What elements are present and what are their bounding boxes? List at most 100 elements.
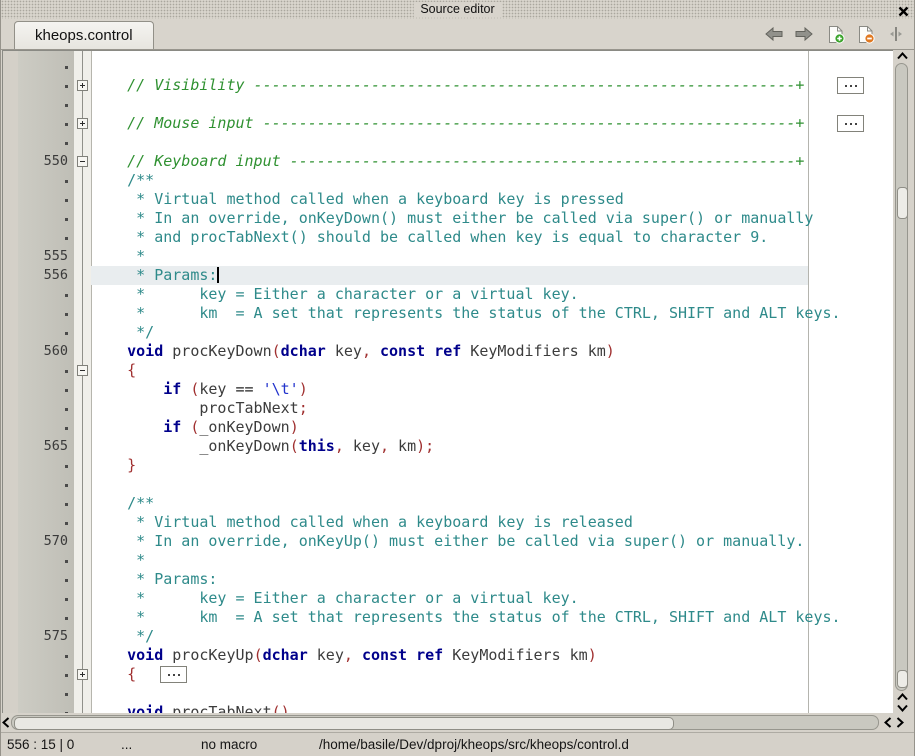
gutter-dot xyxy=(65,427,68,430)
code-line[interactable] xyxy=(3,684,893,703)
code-line[interactable]: * Virtual method called when a keyboard … xyxy=(3,513,893,532)
window-title: Source editor xyxy=(413,2,501,17)
tab-kheops-control[interactable]: kheops.control xyxy=(14,21,154,49)
previous-file-button[interactable] xyxy=(763,24,785,44)
gutter-dot xyxy=(65,522,68,525)
close-icon[interactable] xyxy=(898,4,909,15)
gutter-line-number[interactable]: 550 xyxy=(18,152,74,171)
code-line-text: procTabNext; xyxy=(91,399,308,418)
code-line-text: if (key == '\t') xyxy=(91,380,308,399)
code-line[interactable] xyxy=(3,475,893,494)
gutter-dot xyxy=(65,218,68,221)
gutter-line-number[interactable]: 560 xyxy=(18,342,74,361)
code-line[interactable]: } xyxy=(3,456,893,475)
fold-expand-icon[interactable] xyxy=(77,669,88,680)
scroll-down-icon[interactable] xyxy=(896,702,909,713)
collapsed-code-box[interactable] xyxy=(837,115,864,132)
gutter-line-number[interactable]: 555 xyxy=(18,247,74,266)
scroll-up-secondary-icon[interactable] xyxy=(896,691,909,702)
code-line-text: * key = Either a character or a virtual … xyxy=(91,285,579,304)
gutter-line-number[interactable]: 570 xyxy=(18,532,74,551)
gutter-line-number[interactable]: 575 xyxy=(18,627,74,646)
fold-collapse-icon[interactable] xyxy=(77,365,88,376)
code-line[interactable]: /** xyxy=(3,171,893,190)
code-line[interactable]: 550 // Keyboard input ------------------… xyxy=(3,152,893,171)
code-line-text: } xyxy=(91,456,136,475)
code-line-text: * Params: xyxy=(91,570,217,589)
code-line[interactable]: void procTabNext() xyxy=(3,703,893,713)
code-line-text: void procKeyDown(dchar key, const ref Ke… xyxy=(91,342,615,361)
code-line[interactable]: { xyxy=(3,665,893,684)
code-line-text: // Keyboard input ----------------------… xyxy=(91,152,804,171)
scroll-left-icon[interactable] xyxy=(0,716,11,729)
gutter-dot xyxy=(65,313,68,316)
code-line[interactable]: procTabNext; xyxy=(3,399,893,418)
code-line[interactable]: * key = Either a character or a virtual … xyxy=(3,589,893,608)
selection-info: ... xyxy=(121,733,132,756)
code-line[interactable]: * and procTabNext() should be called whe… xyxy=(3,228,893,247)
gutter-dot xyxy=(65,104,68,107)
code-line[interactable] xyxy=(3,57,893,76)
code-line[interactable]: 560 void procKeyDown(dchar key, const re… xyxy=(3,342,893,361)
code-line[interactable]: 565 _onKeyDown(this, key, km); xyxy=(3,437,893,456)
code-line[interactable]: * Params: xyxy=(3,570,893,589)
fold-expand-icon[interactable] xyxy=(77,118,88,129)
arrow-left-icon xyxy=(764,26,784,42)
vertical-scrollbar[interactable] xyxy=(893,50,913,713)
code-line[interactable]: * km = A set that represents the status … xyxy=(3,304,893,323)
code-line-text: * km = A set that represents the status … xyxy=(91,608,841,627)
code-line-text: * Virtual method called when a keyboard … xyxy=(91,190,624,209)
splitter-icon xyxy=(889,25,903,43)
scroll-up-icon[interactable] xyxy=(896,50,909,61)
code-line-text: * In an override, onKeyUp() must either … xyxy=(91,532,804,551)
code-line[interactable] xyxy=(3,133,893,152)
vertical-scroll-thumb[interactable] xyxy=(897,187,908,219)
code-line[interactable]: // Mouse input -------------------------… xyxy=(3,114,893,133)
code-line[interactable]: void procKeyUp(dchar key, const ref KeyM… xyxy=(3,646,893,665)
code-line[interactable] xyxy=(3,95,893,114)
gutter-dot xyxy=(65,674,68,677)
code-line[interactable]: */ xyxy=(3,323,893,342)
gutter-dot xyxy=(65,408,68,411)
horizontal-scroll-thumb[interactable] xyxy=(14,717,674,730)
document-minus-icon xyxy=(857,25,875,44)
code-line[interactable]: * In an override, onKeyDown() must eithe… xyxy=(3,209,893,228)
code-line-text: { xyxy=(91,665,136,684)
collapsed-code-box[interactable] xyxy=(837,77,864,94)
code-line[interactable]: 570 * In an override, onKeyUp() must eit… xyxy=(3,532,893,551)
code-line[interactable]: 575 */ xyxy=(3,627,893,646)
new-file-button[interactable] xyxy=(825,24,847,44)
code-line[interactable]: if (_onKeyDown) xyxy=(3,418,893,437)
close-file-button[interactable] xyxy=(855,24,877,44)
code-line[interactable]: 556 * Params: xyxy=(3,266,893,285)
vertical-scroll-end-cap[interactable] xyxy=(897,670,908,688)
code-line[interactable]: // Visibility --------------------------… xyxy=(3,76,893,95)
scroll-left-secondary-icon[interactable] xyxy=(882,716,893,729)
next-file-button[interactable] xyxy=(793,24,815,44)
code-line[interactable]: * key = Either a character or a virtual … xyxy=(3,285,893,304)
code-line[interactable]: { xyxy=(3,361,893,380)
code-line[interactable]: /** xyxy=(3,494,893,513)
split-view-button[interactable] xyxy=(885,24,907,44)
code-line-text: * xyxy=(91,247,145,266)
gutter-line-number[interactable]: 556 xyxy=(18,266,74,285)
code-line[interactable]: if (key == '\t') xyxy=(3,380,893,399)
vertical-scroll-track[interactable] xyxy=(895,63,908,691)
horizontal-scrollbar[interactable] xyxy=(0,713,915,732)
code-line[interactable]: * Virtual method called when a keyboard … xyxy=(3,190,893,209)
horizontal-scroll-track[interactable] xyxy=(11,715,879,730)
code-line-text: /** xyxy=(91,494,154,513)
tab-bar: kheops.control xyxy=(1,19,914,50)
source-editor[interactable]: // Visibility --------------------------… xyxy=(2,50,893,713)
collapsed-code-box[interactable] xyxy=(160,666,187,683)
code-line[interactable]: * xyxy=(3,551,893,570)
gutter-dot xyxy=(65,199,68,202)
gutter-line-number[interactable]: 565 xyxy=(18,437,74,456)
gutter-dot xyxy=(65,142,68,145)
fold-expand-icon[interactable] xyxy=(77,80,88,91)
gutter-dot xyxy=(65,237,68,240)
code-line[interactable]: * km = A set that represents the status … xyxy=(3,608,893,627)
scroll-right-icon[interactable] xyxy=(894,716,905,729)
fold-collapse-icon[interactable] xyxy=(77,156,88,167)
code-line[interactable]: 555 * xyxy=(3,247,893,266)
